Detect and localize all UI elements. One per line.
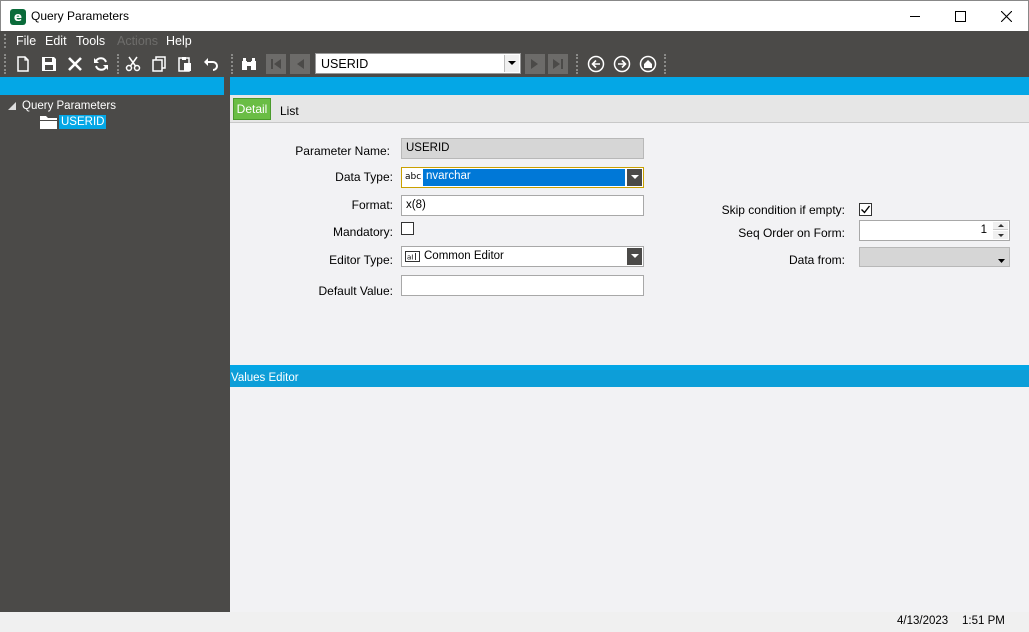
values-editor-title: Values Editor — [230, 370, 1029, 387]
data-from-label: Data from: — [788, 253, 845, 267]
maximize-button[interactable] — [937, 1, 983, 32]
title-bar: e Query Parameters — [0, 0, 1029, 31]
menu-help[interactable]: Help — [166, 34, 192, 48]
app-logo-icon: e — [10, 9, 26, 25]
parameter-name-value: USERID — [406, 142, 450, 154]
seq-order-value: 1 — [980, 224, 987, 236]
detail-form: Parameter Name: USERID Data Type: abc nv… — [230, 122, 1029, 365]
mandatory-checkbox[interactable] — [401, 222, 414, 235]
record-selector[interactable]: USERID — [315, 53, 521, 74]
parameter-name-field: USERID — [401, 138, 644, 159]
data-type-select[interactable]: abc nvarchar — [401, 167, 644, 188]
delete-icon[interactable] — [65, 54, 85, 74]
tab-list[interactable]: List — [280, 104, 299, 118]
record-selector-value: USERID — [321, 57, 369, 71]
toolbar: USERID — [0, 51, 1029, 77]
minimize-button[interactable] — [892, 1, 938, 32]
close-button[interactable] — [983, 1, 1029, 32]
next-record-icon[interactable] — [525, 54, 545, 74]
data-type-label: Data Type: — [335, 170, 393, 184]
toolbar-separator — [664, 54, 666, 74]
save-icon[interactable] — [39, 54, 59, 74]
svg-text:aI: aI — [407, 254, 413, 262]
parameter-name-label: Parameter Name: — [295, 144, 390, 158]
detail-header-strip — [230, 77, 1029, 95]
seq-order-stepper[interactable]: 1 — [859, 220, 1010, 241]
menu-bar: File Edit Tools Actions Help — [0, 31, 1029, 51]
toolbar-separator — [576, 54, 578, 74]
tabs-bar: Detail List — [230, 95, 1029, 122]
home-icon[interactable] — [638, 54, 658, 74]
format-label: Format: — [351, 198, 393, 212]
chevron-down-icon[interactable] — [627, 248, 642, 265]
tree-root-node[interactable]: Query Parameters — [8, 100, 116, 112]
toolbar-separator — [117, 54, 119, 74]
status-date: 4/13/2023 — [897, 615, 949, 627]
spin-down-icon[interactable] — [993, 231, 1008, 239]
editor-type-value: Common Editor — [424, 250, 504, 262]
forward-icon[interactable] — [612, 54, 632, 74]
editor-icon: aI — [405, 251, 420, 262]
format-value: x(8) — [406, 199, 426, 211]
menu-grip[interactable] — [4, 34, 7, 48]
navigation-tree-panel: Query Parameters USERID — [0, 77, 224, 612]
tab-detail[interactable]: Detail — [233, 98, 271, 120]
status-bar: 4/13/2023 1:51 PM — [0, 612, 1029, 632]
collapse-triangle-icon — [8, 102, 16, 110]
tree-root-label: Query Parameters — [22, 100, 116, 112]
tree-header-strip — [0, 77, 224, 95]
chevron-down-icon[interactable] — [627, 169, 642, 186]
abc-icon: abc — [405, 172, 422, 182]
previous-record-icon[interactable] — [290, 54, 310, 74]
paste-icon[interactable] — [175, 54, 195, 74]
default-value-input[interactable] — [401, 275, 644, 296]
toolbar-grip[interactable] — [4, 54, 6, 74]
editor-type-select[interactable]: aI Common Editor — [401, 246, 644, 267]
default-value-label: Default Value: — [318, 284, 394, 298]
data-type-value: nvarchar — [423, 169, 625, 186]
close-icon — [1000, 11, 1012, 22]
minimize-icon — [909, 16, 920, 17]
cut-icon[interactable] — [123, 54, 143, 74]
last-record-icon[interactable] — [548, 54, 568, 74]
spin-up-icon[interactable] — [993, 222, 1008, 230]
undo-icon[interactable] — [201, 54, 221, 74]
tree-node-userid[interactable]: USERID — [40, 115, 107, 129]
menu-edit[interactable]: Edit — [45, 34, 67, 48]
editor-type-label: Editor Type: — [329, 253, 393, 267]
menu-actions: Actions — [117, 34, 158, 48]
maximize-icon — [954, 11, 966, 22]
folder-icon — [40, 116, 57, 129]
skip-condition-label: Skip condition if empty: — [721, 203, 845, 217]
data-from-select[interactable] — [859, 247, 1010, 267]
tree-node-label: USERID — [59, 115, 107, 129]
toolbar-separator — [231, 54, 233, 74]
values-editor-area[interactable] — [230, 387, 1029, 612]
refresh-icon[interactable] — [91, 54, 111, 74]
format-input[interactable]: x(8) — [401, 195, 644, 216]
menu-file[interactable]: File — [16, 34, 36, 48]
copy-icon[interactable] — [149, 54, 169, 74]
skip-condition-checkbox[interactable] — [859, 203, 872, 216]
checkmark-icon — [861, 205, 871, 214]
chevron-down-icon[interactable] — [504, 55, 519, 72]
seq-order-label: Seq Order on Form: — [738, 226, 845, 240]
mandatory-label: Mandatory: — [332, 225, 393, 239]
new-icon[interactable] — [13, 54, 33, 74]
back-icon[interactable] — [586, 54, 606, 74]
first-record-icon[interactable] — [266, 54, 286, 74]
status-time: 1:51 PM — [962, 615, 1005, 627]
menu-tools[interactable]: Tools — [76, 34, 105, 48]
search-binoculars-icon[interactable] — [239, 54, 259, 74]
chevron-down-icon[interactable] — [998, 254, 1005, 266]
window-title: Query Parameters — [31, 9, 130, 23]
